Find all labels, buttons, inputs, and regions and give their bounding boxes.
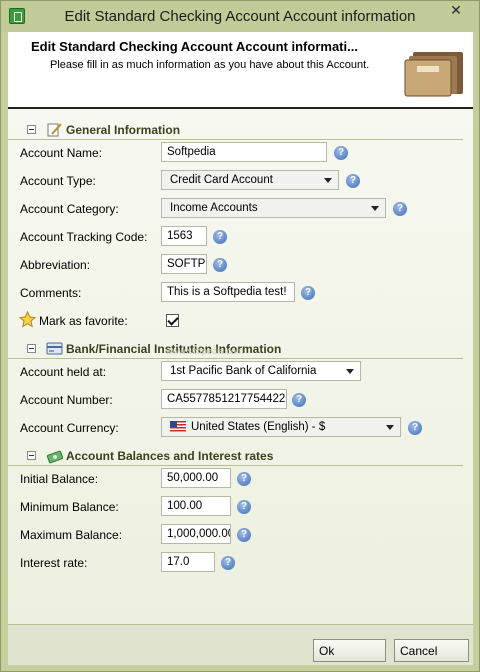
header-title: Edit Standard Checking Account Account i… bbox=[31, 39, 358, 54]
chevron-down-icon bbox=[346, 369, 354, 374]
star-icon bbox=[19, 311, 36, 328]
held-at-select[interactable]: 1st Pacific Bank of California bbox=[161, 361, 361, 381]
form-area: General Information Account Name: Softpe… bbox=[8, 110, 473, 624]
minimum-balance-label: Minimum Balance: bbox=[20, 500, 119, 514]
dialog-client: Edit Standard Checking Account Account i… bbox=[8, 32, 473, 665]
account-name-label: Account Name: bbox=[20, 146, 103, 160]
tracking-code-field[interactable]: 1563 bbox=[161, 226, 207, 246]
collapse-balances-button[interactable] bbox=[27, 451, 36, 460]
currency-value: United States (English) - $ bbox=[191, 421, 326, 433]
chevron-down-icon bbox=[386, 425, 394, 430]
favorite-label: Mark as favorite: bbox=[39, 314, 128, 328]
ok-button[interactable]: Ok bbox=[313, 639, 386, 662]
interest-rate-label: Interest rate: bbox=[20, 556, 88, 570]
comments-label: Comments: bbox=[20, 286, 82, 300]
help-icon[interactable]: ? bbox=[213, 230, 227, 244]
close-button[interactable]: ✕ bbox=[439, 1, 473, 21]
help-icon[interactable]: ? bbox=[292, 393, 306, 407]
help-icon[interactable]: ? bbox=[237, 472, 251, 486]
favorite-checkbox[interactable] bbox=[166, 314, 179, 327]
interest-rate-field[interactable]: 17.0 bbox=[161, 552, 215, 572]
currency-label: Account Currency: bbox=[20, 421, 119, 435]
account-number-label: Account Number: bbox=[20, 393, 113, 407]
account-type-label: Account Type: bbox=[20, 174, 96, 188]
account-category-value: Income Accounts bbox=[170, 202, 258, 214]
help-icon[interactable]: ? bbox=[334, 146, 348, 160]
cancel-button[interactable]: Cancel bbox=[394, 639, 469, 662]
bank-card-icon bbox=[46, 342, 63, 355]
section-general: General Information bbox=[8, 120, 463, 140]
watermark-text: www.softpedia.com bbox=[166, 346, 244, 356]
account-number-field[interactable]: CA55778512177544226 bbox=[161, 389, 287, 409]
account-category-select[interactable]: Income Accounts bbox=[161, 198, 386, 218]
initial-balance-label: Initial Balance: bbox=[20, 472, 99, 486]
account-category-label: Account Category: bbox=[20, 202, 119, 216]
money-icon bbox=[46, 450, 63, 464]
help-icon[interactable]: ? bbox=[237, 528, 251, 542]
help-icon[interactable]: ? bbox=[393, 202, 407, 216]
comments-field[interactable]: This is a Softpedia test! bbox=[161, 282, 295, 302]
abbreviation-field[interactable]: SOFTP bbox=[161, 254, 207, 274]
chevron-down-icon bbox=[324, 178, 332, 183]
maximum-balance-label: Maximum Balance: bbox=[20, 528, 123, 542]
collapse-general-button[interactable] bbox=[27, 125, 36, 134]
section-balances: Account Balances and Interest rates bbox=[8, 446, 463, 466]
section-title-balances: Account Balances and Interest rates bbox=[66, 449, 274, 463]
help-icon[interactable]: ? bbox=[221, 556, 235, 570]
account-type-value: Credit Card Account bbox=[170, 174, 273, 186]
maximum-balance-field[interactable]: 1,000,000.00 bbox=[161, 524, 231, 544]
chevron-down-icon bbox=[371, 206, 379, 211]
currency-select[interactable]: United States (English) - $ bbox=[161, 417, 401, 437]
initial-balance-field[interactable]: 50,000.00 bbox=[161, 468, 231, 488]
section-title-general: General Information bbox=[66, 123, 181, 137]
help-icon[interactable]: ? bbox=[237, 500, 251, 514]
pencil-icon bbox=[47, 123, 62, 137]
help-icon[interactable]: ? bbox=[408, 421, 422, 435]
window-title: Edit Standard Checking Account Account i… bbox=[64, 8, 416, 25]
account-name-field[interactable]: Softpedia bbox=[161, 142, 327, 162]
dialog-header: Edit Standard Checking Account Account i… bbox=[8, 32, 473, 109]
title-bar: Edit Standard Checking Account Account i… bbox=[1, 1, 479, 32]
held-at-value: 1st Pacific Bank of California bbox=[170, 365, 317, 377]
held-at-label: Account held at: bbox=[20, 365, 107, 379]
dialog-window: Edit Standard Checking Account Account i… bbox=[0, 0, 480, 672]
header-subtitle: Please fill in as much information as yo… bbox=[50, 59, 370, 71]
collapse-bank-button[interactable] bbox=[27, 344, 36, 353]
folders-icon bbox=[404, 52, 463, 97]
us-flag-icon bbox=[170, 421, 186, 432]
tracking-code-label: Account Tracking Code: bbox=[20, 230, 148, 244]
button-bar: Ok Cancel bbox=[8, 624, 473, 665]
minimum-balance-field[interactable]: 100.00 bbox=[161, 496, 231, 516]
account-type-select[interactable]: Credit Card Account bbox=[161, 170, 339, 190]
help-icon[interactable]: ? bbox=[213, 258, 227, 272]
help-icon[interactable]: ? bbox=[301, 286, 315, 300]
abbreviation-label: Abbreviation: bbox=[20, 258, 91, 272]
help-icon[interactable]: ? bbox=[346, 174, 360, 188]
